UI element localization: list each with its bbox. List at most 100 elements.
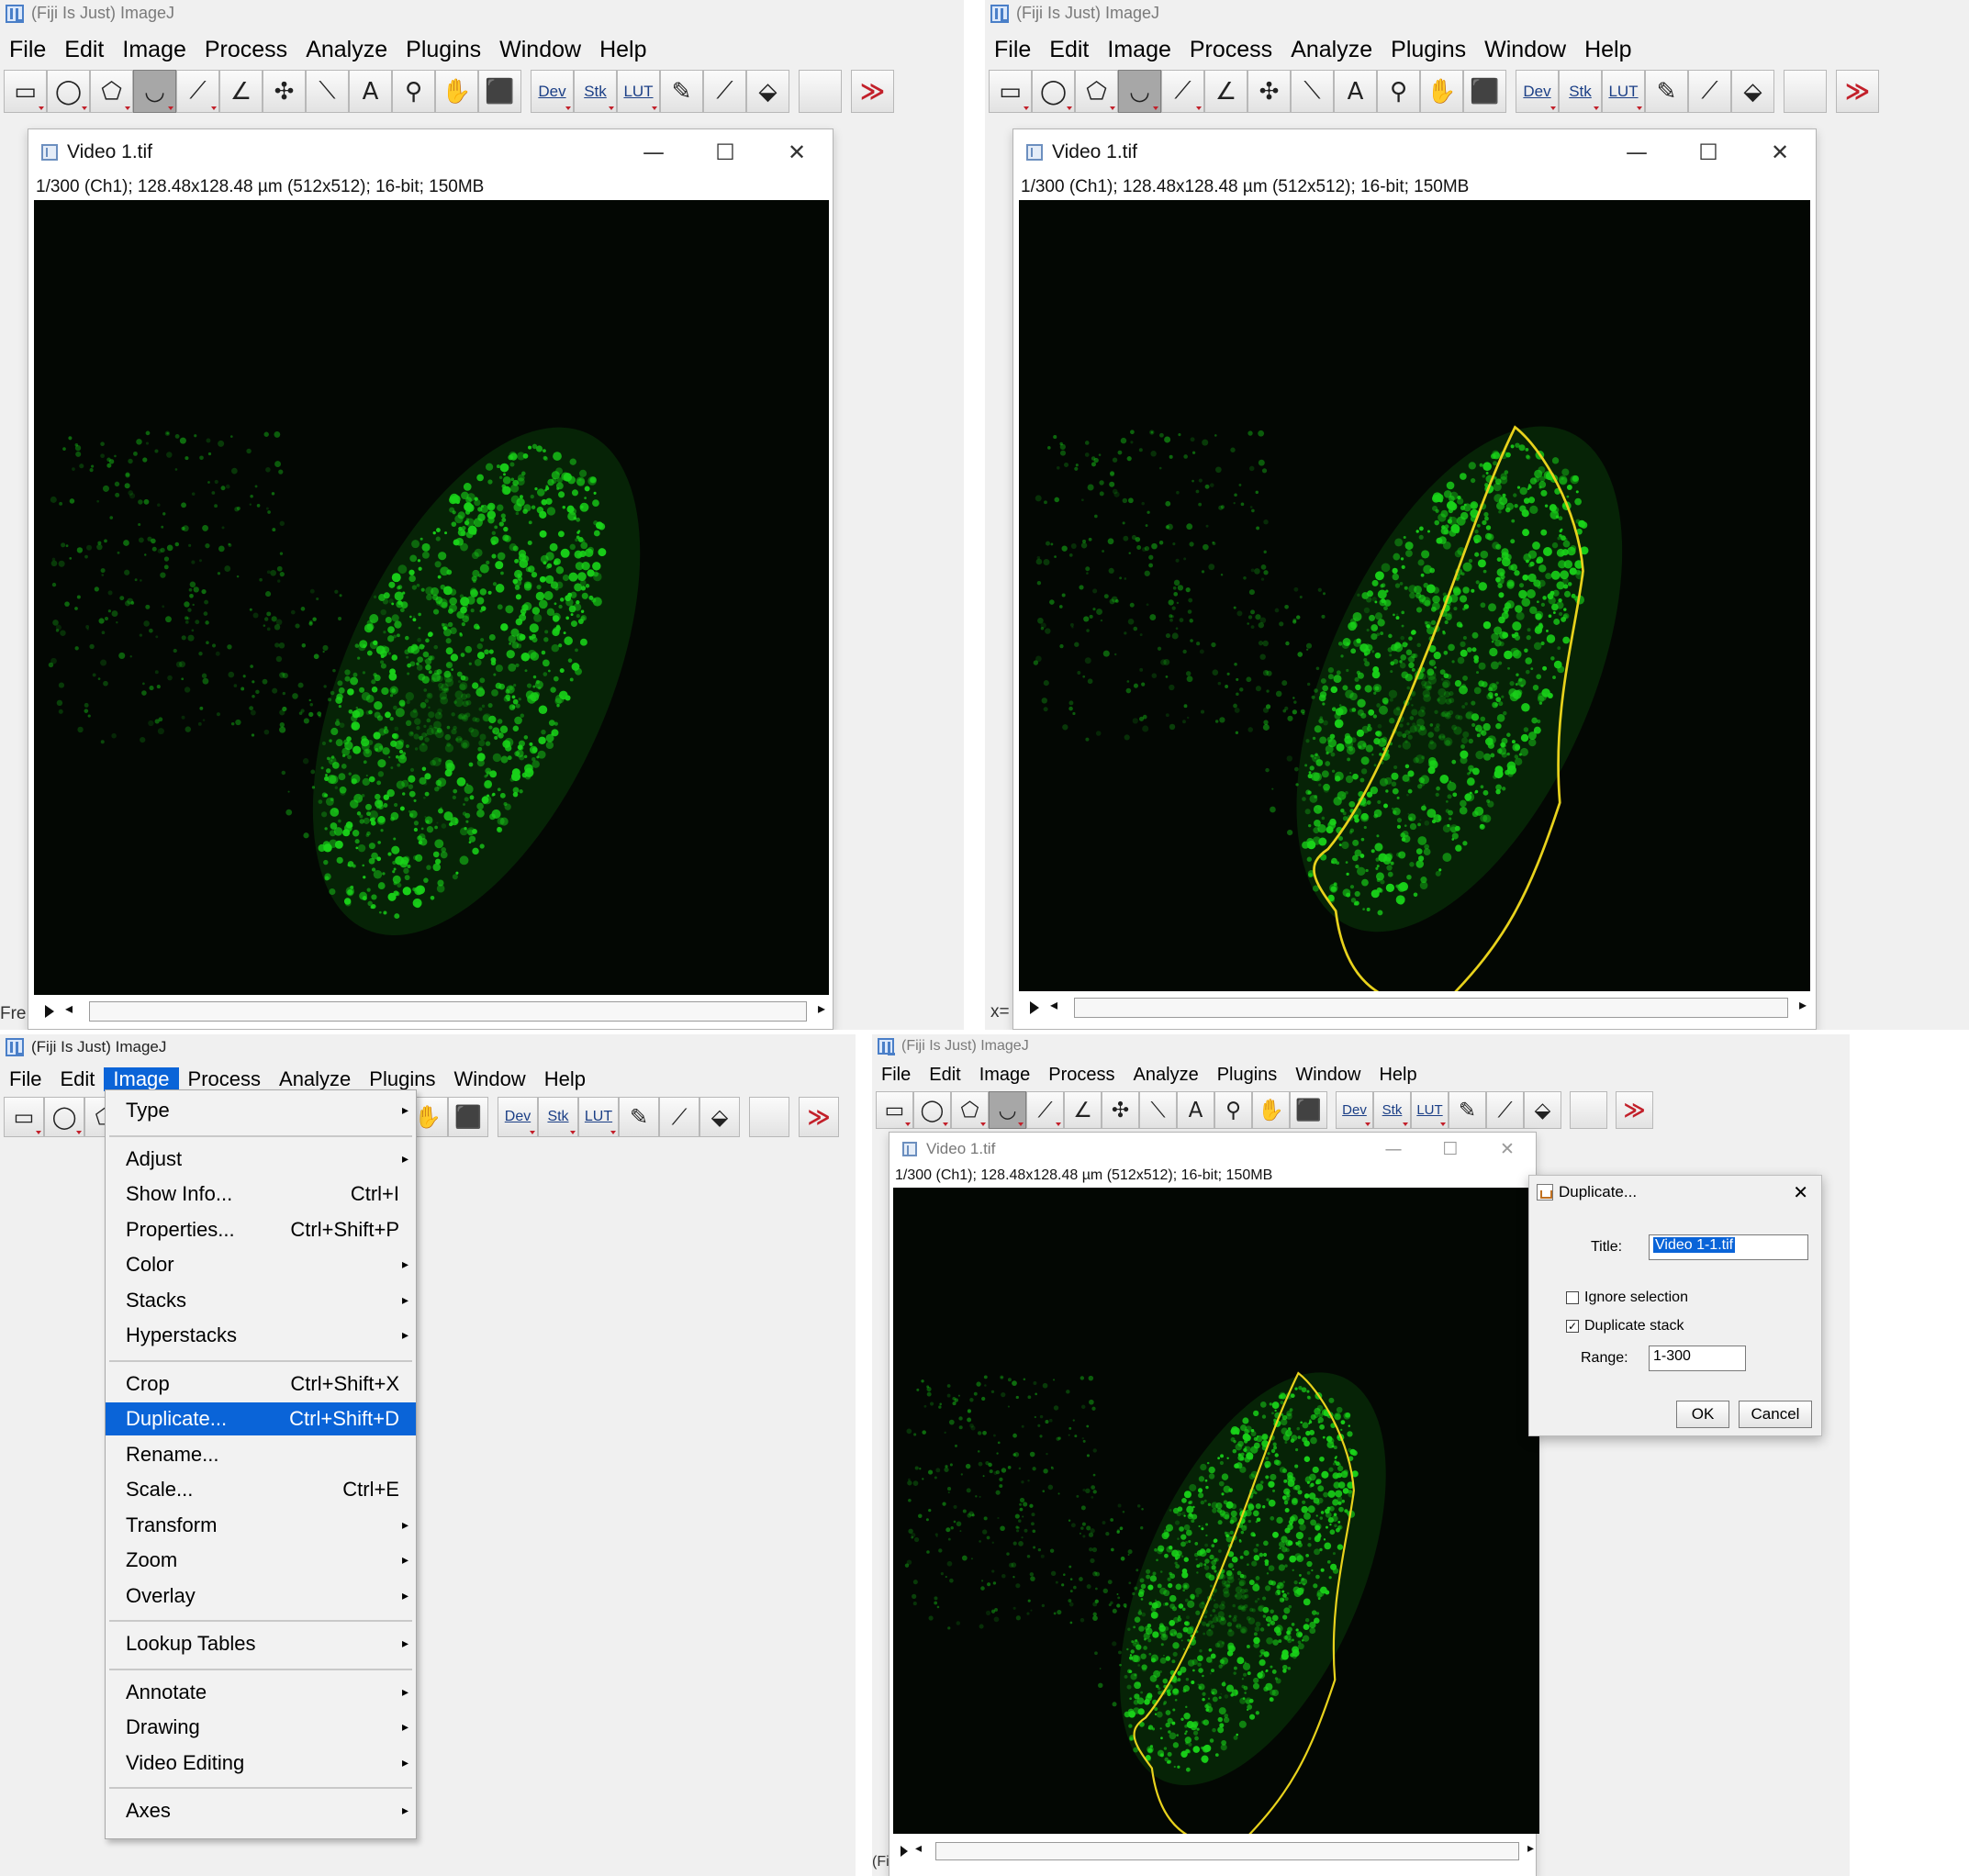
hand-tool-icon[interactable]: ✋ bbox=[1252, 1091, 1290, 1129]
menu-process[interactable]: Process bbox=[196, 37, 296, 63]
freehand-tool-icon[interactable]: ◡ bbox=[1118, 70, 1161, 113]
point-tool-icon[interactable]: ✣ bbox=[1102, 1091, 1139, 1129]
rectangle-tool-icon[interactable]: ▭ bbox=[876, 1091, 913, 1129]
stack-slider[interactable]: ◂ ▸ bbox=[1023, 996, 1810, 1020]
line-tool-icon[interactable]: ⟋ bbox=[1026, 1091, 1064, 1129]
blank-slot[interactable] bbox=[749, 1097, 789, 1137]
brush-icon[interactable]: ⟋ bbox=[1688, 70, 1731, 113]
menu-file[interactable]: File bbox=[872, 1065, 920, 1086]
menu-plugins[interactable]: Plugins bbox=[1208, 1065, 1287, 1086]
menu-edit[interactable]: Edit bbox=[55, 37, 113, 63]
brush-icon[interactable]: ⟋ bbox=[659, 1097, 699, 1137]
cancel-button[interactable]: Cancel bbox=[1739, 1401, 1812, 1428]
title-input[interactable]: Video 1-1.tif bbox=[1649, 1234, 1808, 1260]
microscopy-image-canvas[interactable] bbox=[34, 200, 829, 995]
menu-image[interactable]: Image bbox=[1098, 37, 1180, 63]
oval-tool-icon[interactable]: ◯ bbox=[47, 70, 90, 113]
polygon-tool-icon[interactable]: ⬠ bbox=[951, 1091, 989, 1129]
hand-tool-icon[interactable]: ✋ bbox=[435, 70, 478, 113]
flood-fill-icon[interactable]: ⬙ bbox=[1524, 1091, 1561, 1129]
menu-item-transform[interactable]: Transform ▸ bbox=[106, 1509, 416, 1542]
menu-analyze[interactable]: Analyze bbox=[1281, 37, 1382, 63]
menu-help[interactable]: Help bbox=[590, 37, 655, 63]
rectangle-tool-icon[interactable]: ▭ bbox=[4, 1097, 44, 1137]
dev-icon[interactable]: Dev bbox=[1336, 1091, 1373, 1129]
menu-edit[interactable]: Edit bbox=[1040, 37, 1098, 63]
menu-window[interactable]: Window bbox=[490, 37, 590, 63]
angle-tool-icon[interactable]: ∠ bbox=[219, 70, 263, 113]
flood-fill-icon[interactable]: ⬙ bbox=[699, 1097, 740, 1137]
menu-process[interactable]: Process bbox=[1039, 1065, 1124, 1086]
wand-tool-icon[interactable]: ⟍ bbox=[306, 70, 349, 113]
menu-edit[interactable]: Edit bbox=[50, 1067, 104, 1091]
dev-icon[interactable]: Dev bbox=[1516, 70, 1559, 113]
menu-analyze[interactable]: Analyze bbox=[296, 37, 397, 63]
angle-tool-icon[interactable]: ∠ bbox=[1204, 70, 1247, 113]
line-tool-icon[interactable]: ⟋ bbox=[1161, 70, 1204, 113]
pencil-icon[interactable]: ✎ bbox=[660, 70, 703, 113]
pencil-icon[interactable]: ✎ bbox=[1449, 1091, 1486, 1129]
slider-left-arrow-icon[interactable]: ◂ bbox=[915, 1841, 922, 1856]
menu-item-rename[interactable]: Rename... bbox=[106, 1438, 416, 1471]
stk-icon[interactable]: Stk bbox=[1373, 1091, 1411, 1129]
play-icon[interactable] bbox=[45, 1005, 54, 1018]
minimize-icon[interactable]: — bbox=[618, 129, 689, 175]
blank-slot[interactable] bbox=[1570, 1091, 1607, 1129]
range-input[interactable]: 1-300 bbox=[1649, 1346, 1746, 1371]
menu-item-properties[interactable]: Properties... Ctrl+Shift+P bbox=[106, 1213, 416, 1246]
dialog-titlebar[interactable]: Duplicate... bbox=[1537, 1183, 1637, 1201]
menu-help[interactable]: Help bbox=[1370, 1065, 1426, 1086]
menu-item-duplicate[interactable]: Duplicate... Ctrl+Shift+D bbox=[106, 1402, 416, 1435]
menu-process[interactable]: Process bbox=[1180, 37, 1281, 63]
line-tool-icon[interactable]: ⟋ bbox=[176, 70, 219, 113]
menu-file[interactable]: File bbox=[0, 37, 55, 63]
lut-icon[interactable]: LUT bbox=[1602, 70, 1645, 113]
lut-icon[interactable]: LUT bbox=[617, 70, 660, 113]
ignore-selection-checkbox[interactable]: Ignore selection bbox=[1566, 1290, 1688, 1306]
stack-slider[interactable]: ◂ ▸ bbox=[895, 1841, 1538, 1861]
pencil-icon[interactable]: ✎ bbox=[1645, 70, 1688, 113]
menu-item-drawing[interactable]: Drawing ▸ bbox=[106, 1711, 416, 1744]
slider-right-arrow-icon[interactable]: ▸ bbox=[818, 999, 825, 1017]
menu-item-stacks[interactable]: Stacks ▸ bbox=[106, 1284, 416, 1317]
menu-item-annotate[interactable]: Annotate ▸ bbox=[106, 1676, 416, 1709]
color-picker-icon[interactable]: ⬛ bbox=[1463, 70, 1506, 113]
wand-tool-icon[interactable]: ⟍ bbox=[1139, 1091, 1177, 1129]
menu-plugins[interactable]: Plugins bbox=[397, 37, 490, 63]
slider-track[interactable] bbox=[935, 1842, 1519, 1860]
freehand-tool-icon[interactable]: ◡ bbox=[133, 70, 176, 113]
hand-tool-icon[interactable]: ✋ bbox=[1420, 70, 1463, 113]
more-tools-icon[interactable]: ≫ bbox=[1616, 1091, 1653, 1129]
stk-icon[interactable]: Stk bbox=[538, 1097, 578, 1137]
slider-track[interactable] bbox=[1074, 998, 1788, 1018]
menu-item-axes[interactable]: Axes ▸ bbox=[106, 1794, 416, 1827]
play-icon[interactable] bbox=[1030, 1001, 1039, 1014]
magnifier-tool-icon[interactable]: ⚲ bbox=[1214, 1091, 1252, 1129]
menu-item-video-editing[interactable]: Video Editing ▸ bbox=[106, 1747, 416, 1780]
more-tools-icon[interactable]: ≫ bbox=[851, 70, 894, 113]
menu-item-color[interactable]: Color ▸ bbox=[106, 1248, 416, 1281]
dev-icon[interactable]: Dev bbox=[498, 1097, 538, 1137]
blank-slot[interactable] bbox=[1784, 70, 1827, 113]
rectangle-tool-icon[interactable]: ▭ bbox=[989, 70, 1032, 113]
dialog-close-icon[interactable]: ✕ bbox=[1793, 1181, 1808, 1203]
wand-tool-icon[interactable]: ⟍ bbox=[1291, 70, 1334, 113]
menu-plugins[interactable]: Plugins bbox=[1382, 37, 1475, 63]
microscopy-image-canvas[interactable] bbox=[1019, 200, 1810, 991]
oval-tool-icon[interactable]: ◯ bbox=[1032, 70, 1075, 113]
close-icon[interactable]: ✕ bbox=[1479, 1133, 1536, 1166]
minimize-icon[interactable]: — bbox=[1365, 1133, 1422, 1166]
menu-help[interactable]: Help bbox=[1575, 37, 1640, 63]
slider-right-arrow-icon[interactable]: ▸ bbox=[1799, 996, 1807, 1013]
stk-icon[interactable]: Stk bbox=[1559, 70, 1602, 113]
magnifier-tool-icon[interactable]: ⚲ bbox=[392, 70, 435, 113]
menu-item-type[interactable]: Type ▸ bbox=[106, 1094, 416, 1127]
polygon-tool-icon[interactable]: ⬠ bbox=[1075, 70, 1118, 113]
color-picker-icon[interactable]: ⬛ bbox=[1290, 1091, 1327, 1129]
menu-help[interactable]: Help bbox=[535, 1067, 595, 1091]
point-tool-icon[interactable]: ✣ bbox=[263, 70, 306, 113]
menu-image[interactable]: Image bbox=[970, 1065, 1040, 1086]
brush-icon[interactable]: ⟋ bbox=[703, 70, 746, 113]
text-tool-icon[interactable]: A bbox=[1177, 1091, 1214, 1129]
flood-fill-icon[interactable]: ⬙ bbox=[1731, 70, 1774, 113]
